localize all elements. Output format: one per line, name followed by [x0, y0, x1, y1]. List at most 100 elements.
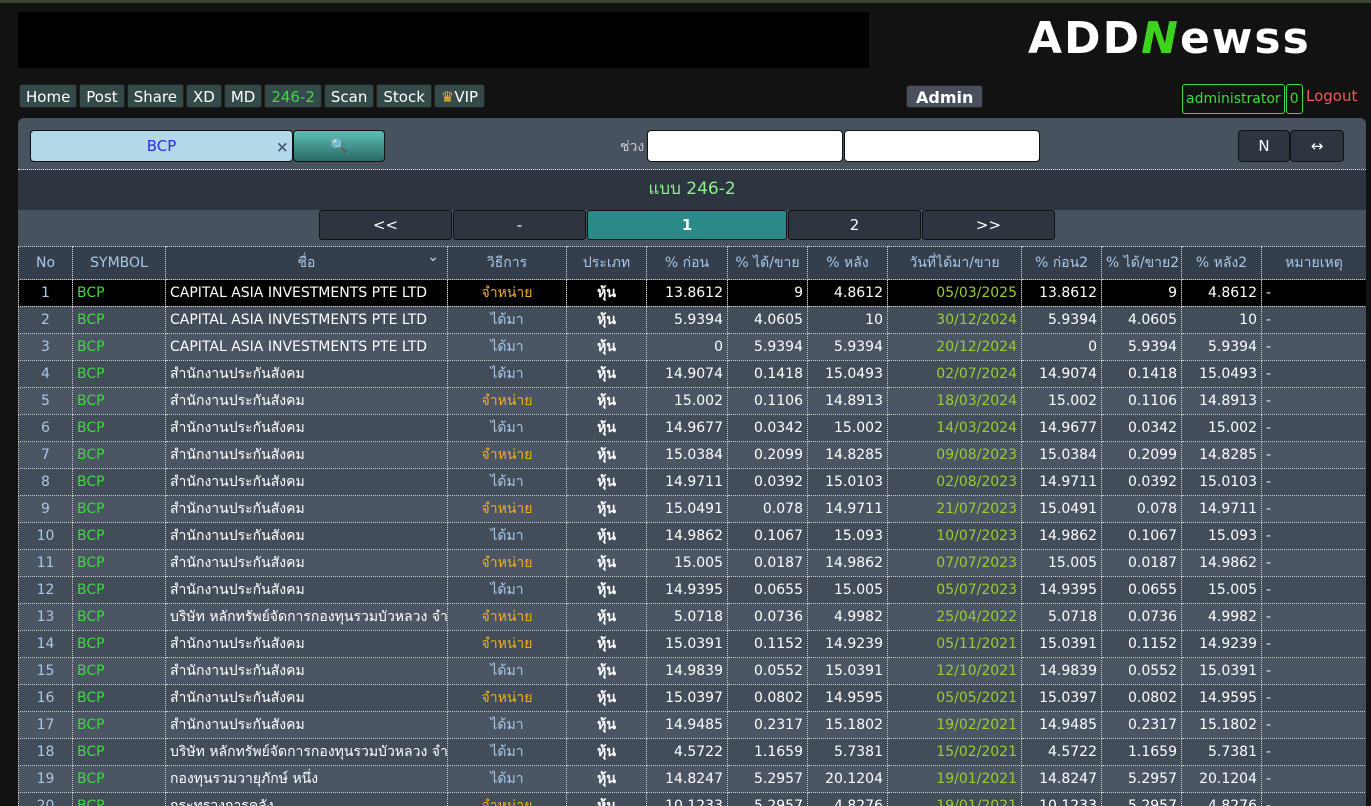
cell-sym[interactable]: BCP — [73, 388, 166, 415]
table-row[interactable]: 6BCPสำนักงานประกันสังคมได้มาหุ้น14.96770… — [19, 415, 1367, 442]
table-row[interactable]: 5BCPสำนักงานประกันสังคมจำหน่ายหุ้น15.002… — [19, 388, 1367, 415]
cell-sym[interactable]: BCP — [73, 523, 166, 550]
cell-no: 9 — [19, 496, 73, 523]
cell-sym[interactable]: BCP — [73, 739, 166, 766]
logout-link[interactable]: Logout — [1306, 87, 1357, 105]
nav-home[interactable]: Home — [19, 84, 77, 108]
cell-sym[interactable]: BCP — [73, 550, 166, 577]
cell-num: 0.078 — [1102, 496, 1182, 523]
table-row[interactable]: 2BCPCAPITAL ASIA INVESTMENTS PTE LTDได้ม… — [19, 307, 1367, 334]
column-header[interactable]: % หลัง — [808, 247, 888, 280]
cell-sym[interactable]: BCP — [73, 415, 166, 442]
cell-num: 9 — [728, 280, 808, 307]
table-row[interactable]: 11BCPสำนักงานประกันสังคมจำหน่ายหุ้น15.00… — [19, 550, 1367, 577]
cell-sym[interactable]: BCP — [73, 604, 166, 631]
cell-num: 5.9394 — [1102, 334, 1182, 361]
cell-no: 4 — [19, 361, 73, 388]
logo[interactable]: ADDNewss — [1028, 13, 1311, 64]
cell-sym[interactable]: BCP — [73, 793, 166, 806]
username[interactable]: administrator — [1182, 84, 1285, 114]
cell-sym[interactable]: BCP — [73, 685, 166, 712]
page-first[interactable]: << — [319, 210, 452, 240]
admin-button[interactable]: Admin — [906, 85, 983, 108]
table-row[interactable]: 4BCPสำนักงานประกันสังคมได้มาหุ้น14.90740… — [19, 361, 1367, 388]
search-button[interactable]: 🔍 — [293, 130, 385, 162]
table-row[interactable]: 9BCPสำนักงานประกันสังคมจำหน่ายหุ้น15.049… — [19, 496, 1367, 523]
table-row[interactable]: 14BCPสำนักงานประกันสังคมจำหน่ายหุ้น15.03… — [19, 631, 1367, 658]
cell-sym[interactable]: BCP — [73, 631, 166, 658]
table-row[interactable]: 10BCPสำนักงานประกันสังคมได้มาหุ้น14.9862… — [19, 523, 1367, 550]
page-2[interactable]: 2 — [788, 210, 921, 240]
main-panel: BCP × 🔍 ช่วง N ↔ แบบ 246-2 << - 1 2 >> N… — [18, 118, 1366, 806]
table-row[interactable]: 17BCPสำนักงานประกันสังคมได้มาหุ้น14.9485… — [19, 712, 1367, 739]
table-row[interactable]: 15BCPสำนักงานประกันสังคมได้มาหุ้น14.9839… — [19, 658, 1367, 685]
cell-sym[interactable]: BCP — [73, 361, 166, 388]
cell-sym[interactable]: BCP — [73, 658, 166, 685]
table-row[interactable]: 3BCPCAPITAL ASIA INVESTMENTS PTE LTDได้ม… — [19, 334, 1367, 361]
cell-m: จำหน่าย — [448, 685, 567, 712]
cell-num: 14.9677 — [647, 415, 728, 442]
cell-sym[interactable]: BCP — [73, 280, 166, 307]
cell-num: 4.5722 — [647, 739, 728, 766]
nav-share[interactable]: Share — [127, 84, 184, 108]
nav-scan[interactable]: Scan — [324, 84, 374, 108]
page-last[interactable]: >> — [922, 210, 1055, 240]
cell-sym[interactable]: BCP — [73, 442, 166, 469]
column-header[interactable]: ประเภท — [567, 247, 647, 280]
column-header[interactable]: หมายเหตุ — [1262, 247, 1367, 280]
cell-no: 16 — [19, 685, 73, 712]
table-row[interactable]: 19BCPกองทุนรวมวายุภักษ์ หนึ่งได้มาหุ้น14… — [19, 766, 1367, 793]
column-header[interactable]: ชื่อ⌄ — [166, 247, 448, 280]
cell-sym[interactable]: BCP — [73, 334, 166, 361]
column-header[interactable]: % ได้/ขาย — [728, 247, 808, 280]
cell-num: 14.9839 — [1022, 658, 1102, 685]
cell-sym[interactable]: BCP — [73, 307, 166, 334]
page-prev[interactable]: - — [453, 210, 586, 240]
cell-num: 15.0493 — [808, 361, 888, 388]
table-row[interactable]: 18BCPบริษัท หลักทรัพย์จัดการกองทุนรวมบัว… — [19, 739, 1367, 766]
cell-name: สำนักงานประกันสังคม — [166, 550, 448, 577]
column-header[interactable]: % ได้/ขาย2 — [1102, 247, 1182, 280]
column-header[interactable]: วิธีการ — [448, 247, 567, 280]
table-row[interactable]: 13BCPบริษัท หลักทรัพย์จัดการกองทุนรวมบัว… — [19, 604, 1367, 631]
symbol-search-input[interactable]: BCP — [30, 130, 293, 162]
cell-sym[interactable]: BCP — [73, 469, 166, 496]
column-header[interactable]: วันที่ได้มา/ขาย — [888, 247, 1022, 280]
cell-m: ได้มา — [448, 658, 567, 685]
n-button[interactable]: N — [1238, 130, 1290, 162]
table-row[interactable]: 8BCPสำนักงานประกันสังคมได้มาหุ้น14.97110… — [19, 469, 1367, 496]
cell-sym[interactable]: BCP — [73, 712, 166, 739]
nav-vip[interactable]: ♛VIP — [434, 84, 485, 108]
table-row[interactable]: 16BCPสำนักงานประกันสังคมจำหน่ายหุ้น15.03… — [19, 685, 1367, 712]
column-header[interactable]: % ก่อน2 — [1022, 247, 1102, 280]
nav-post[interactable]: Post — [79, 84, 124, 108]
cell-sym[interactable]: BCP — [73, 577, 166, 604]
page-1[interactable]: 1 — [587, 210, 787, 240]
table-row[interactable]: 1BCPCAPITAL ASIA INVESTMENTS PTE LTDจำหน… — [19, 280, 1367, 307]
range-end-input[interactable] — [844, 130, 1040, 162]
cell-num: 0.1418 — [1102, 361, 1182, 388]
column-header[interactable]: SYMBOL — [73, 247, 166, 280]
nav-xd[interactable]: XD — [186, 84, 222, 108]
cell-num: 4.0605 — [728, 307, 808, 334]
column-header[interactable]: % ก่อน — [647, 247, 728, 280]
cell-num: 14.9595 — [808, 685, 888, 712]
table-row[interactable]: 7BCPสำนักงานประกันสังคมจำหน่ายหุ้น15.038… — [19, 442, 1367, 469]
expand-width-button[interactable]: ↔ — [1290, 130, 1344, 162]
cell-note: - — [1262, 793, 1367, 806]
column-header[interactable]: % หลัง2 — [1182, 247, 1262, 280]
cell-sym[interactable]: BCP — [73, 496, 166, 523]
chevron-down-icon[interactable]: ⌄ — [427, 249, 439, 265]
cell-m: ได้มา — [448, 307, 567, 334]
notification-count[interactable]: 0 — [1286, 84, 1303, 114]
range-start-input[interactable] — [647, 130, 843, 162]
nav-246-2[interactable]: 246-2 — [264, 84, 322, 108]
cell-sym[interactable]: BCP — [73, 766, 166, 793]
column-header[interactable]: No — [19, 247, 73, 280]
cell-num: 5.9394 — [1182, 334, 1262, 361]
table-row[interactable]: 20BCPกระทรวงการคลังจำหน่ายหุ้น10.12335.2… — [19, 793, 1367, 806]
nav-stock[interactable]: Stock — [376, 84, 432, 108]
table-row[interactable]: 12BCPสำนักงานประกันสังคมได้มาหุ้น14.9395… — [19, 577, 1367, 604]
nav-md[interactable]: MD — [224, 84, 263, 108]
clear-icon[interactable]: × — [276, 138, 289, 156]
